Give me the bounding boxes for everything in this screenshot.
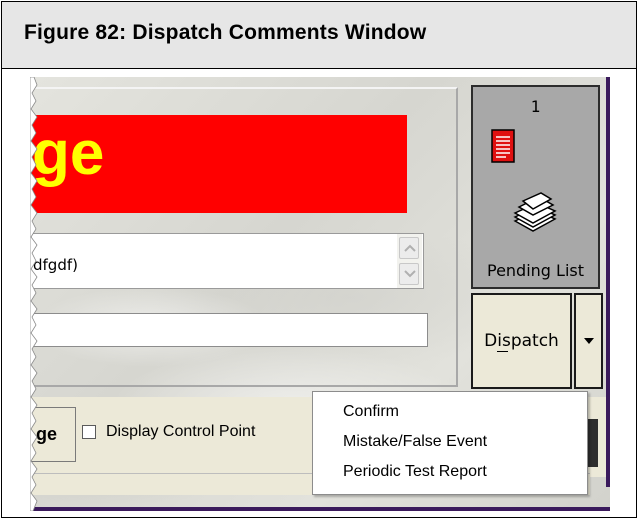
scroll-down-button[interactable] <box>399 263 419 285</box>
document-red-icon <box>491 129 515 163</box>
dispatch-button[interactable]: Dispatch <box>471 293 572 389</box>
window-edge <box>606 77 610 487</box>
dispatch-dropdown-menu: Confirm Mistake/False Event Periodic Tes… <box>312 391 588 495</box>
pending-list-label: Pending List <box>486 261 584 280</box>
dispatch-label: Dispatch <box>484 331 559 351</box>
menu-item-confirm[interactable]: Confirm <box>343 398 399 426</box>
comment-input[interactable] <box>30 313 428 347</box>
torn-edge <box>30 77 38 511</box>
chevron-up-icon <box>404 244 416 252</box>
pending-list-button[interactable]: 1 Pending List <box>471 85 600 289</box>
dispatch-comments-window: ge dfgdf) 1 Pending List Dispatch ge Dis… <box>30 77 610 511</box>
comments-text-area[interactable]: dfgdf) <box>30 233 424 289</box>
scroll-up-button[interactable] <box>399 237 419 259</box>
alarm-banner: ge <box>30 115 407 213</box>
display-control-point-label: Display Control Point <box>106 423 256 440</box>
window-bottom-edge <box>30 507 610 511</box>
dispatch-accelerator-underline <box>497 351 508 352</box>
display-control-point-checkbox[interactable] <box>82 425 96 439</box>
alarm-banner-text: ge <box>32 119 105 188</box>
chevron-down-icon <box>404 270 416 278</box>
dispatch-accelerator-char: D <box>484 331 498 351</box>
menu-item-periodic-test-report[interactable]: Periodic Test Report <box>343 458 487 486</box>
comments-scrollbar[interactable] <box>397 234 422 288</box>
pending-count: 1 <box>530 97 541 116</box>
figure-header: Figure 82: Dispatch Comments Window <box>2 2 636 69</box>
paper-stack-icon <box>513 192 557 232</box>
figure-frame: Figure 82: Dispatch Comments Window ge d… <box>1 1 637 518</box>
figure-title: Figure 82: Dispatch Comments Window <box>24 21 427 44</box>
dispatch-dropdown-button[interactable] <box>574 293 603 389</box>
menu-item-mistake-false-event[interactable]: Mistake/False Event <box>343 428 487 456</box>
chevron-down-icon <box>584 338 594 344</box>
